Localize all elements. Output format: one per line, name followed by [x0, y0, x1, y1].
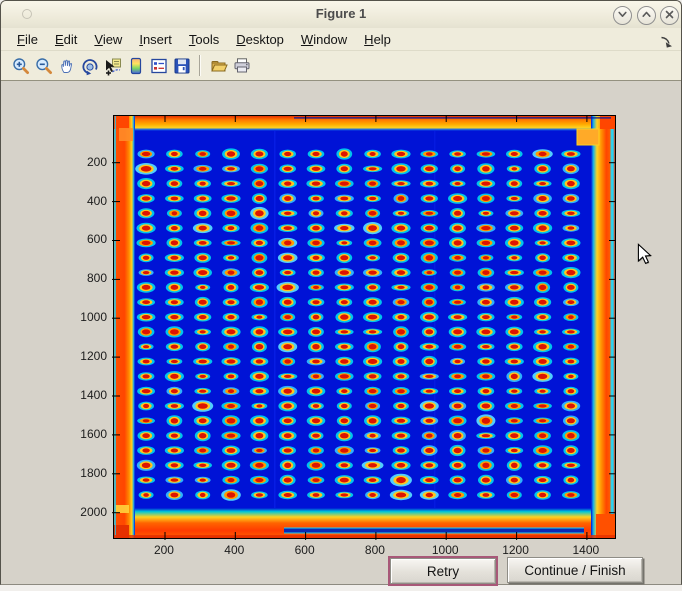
x-tick-label: 400 — [204, 544, 264, 556]
y-tick-label: 1200 — [62, 350, 107, 362]
menu-item-view[interactable]: View — [88, 30, 128, 49]
menu-item-file[interactable]: File — [11, 30, 44, 49]
chevron-down-icon — [616, 8, 629, 24]
x-tick-label: 1200 — [486, 544, 546, 556]
y-tick-label: 1800 — [62, 467, 107, 479]
retry-button-focus-ring: Retry — [388, 556, 498, 586]
colorbar-icon[interactable] — [124, 54, 147, 78]
plot-axes[interactable] — [113, 115, 616, 539]
y-tick-label: 1000 — [62, 311, 107, 323]
legend-icon[interactable] — [147, 54, 170, 78]
close-button[interactable] — [660, 6, 679, 25]
data-cursor-icon[interactable] — [101, 54, 124, 78]
x-tick-label: 1400 — [556, 544, 616, 556]
open-icon[interactable] — [207, 54, 230, 78]
minimize-button[interactable] — [613, 6, 632, 25]
x-tick-label: 800 — [345, 544, 405, 556]
menu-item-tools[interactable]: Tools — [183, 30, 225, 49]
close-icon — [663, 8, 676, 24]
y-tick-label: 600 — [62, 233, 107, 245]
y-tick-label: 800 — [62, 272, 107, 284]
menu-item-help[interactable]: Help — [358, 30, 397, 49]
toolbar-separator — [199, 55, 201, 76]
title-bar[interactable]: Figure 1 — [1, 1, 681, 29]
menu-bar: File Edit View Insert Tools Desktop Window Help — [1, 28, 681, 51]
figure-window: Figure 1 File Edit View Insert Tools Desktop W… — [0, 0, 682, 585]
dock-arrow-icon[interactable] — [659, 34, 673, 48]
menu-item-desktop[interactable]: Desktop — [230, 30, 290, 49]
retry-button[interactable]: Retry — [390, 558, 496, 584]
save-icon[interactable] — [170, 54, 193, 78]
maximize-button[interactable] — [637, 6, 656, 25]
menu-item-edit[interactable]: Edit — [49, 30, 83, 49]
chevron-up-icon — [640, 8, 653, 24]
menu-item-insert[interactable]: Insert — [133, 30, 178, 49]
x-tick-label: 1000 — [415, 544, 475, 556]
x-tick-label: 200 — [134, 544, 194, 556]
rotate-3d-icon[interactable] — [78, 54, 101, 78]
y-tick-label: 1400 — [62, 389, 107, 401]
print-icon[interactable] — [230, 54, 253, 78]
zoom-out-icon[interactable] — [32, 54, 55, 78]
x-tick-label: 600 — [275, 544, 335, 556]
y-tick-label: 2000 — [62, 506, 107, 518]
pan-icon[interactable] — [55, 54, 78, 78]
y-tick-label: 200 — [62, 156, 107, 168]
window-title: Figure 1 — [1, 6, 681, 21]
continue-finish-button[interactable]: Continue / Finish — [507, 557, 643, 583]
y-tick-label: 400 — [62, 195, 107, 207]
menu-item-window[interactable]: Window — [295, 30, 353, 49]
zoom-in-icon[interactable] — [9, 54, 32, 78]
y-tick-label: 1600 — [62, 428, 107, 440]
figure-toolbar — [1, 51, 681, 81]
